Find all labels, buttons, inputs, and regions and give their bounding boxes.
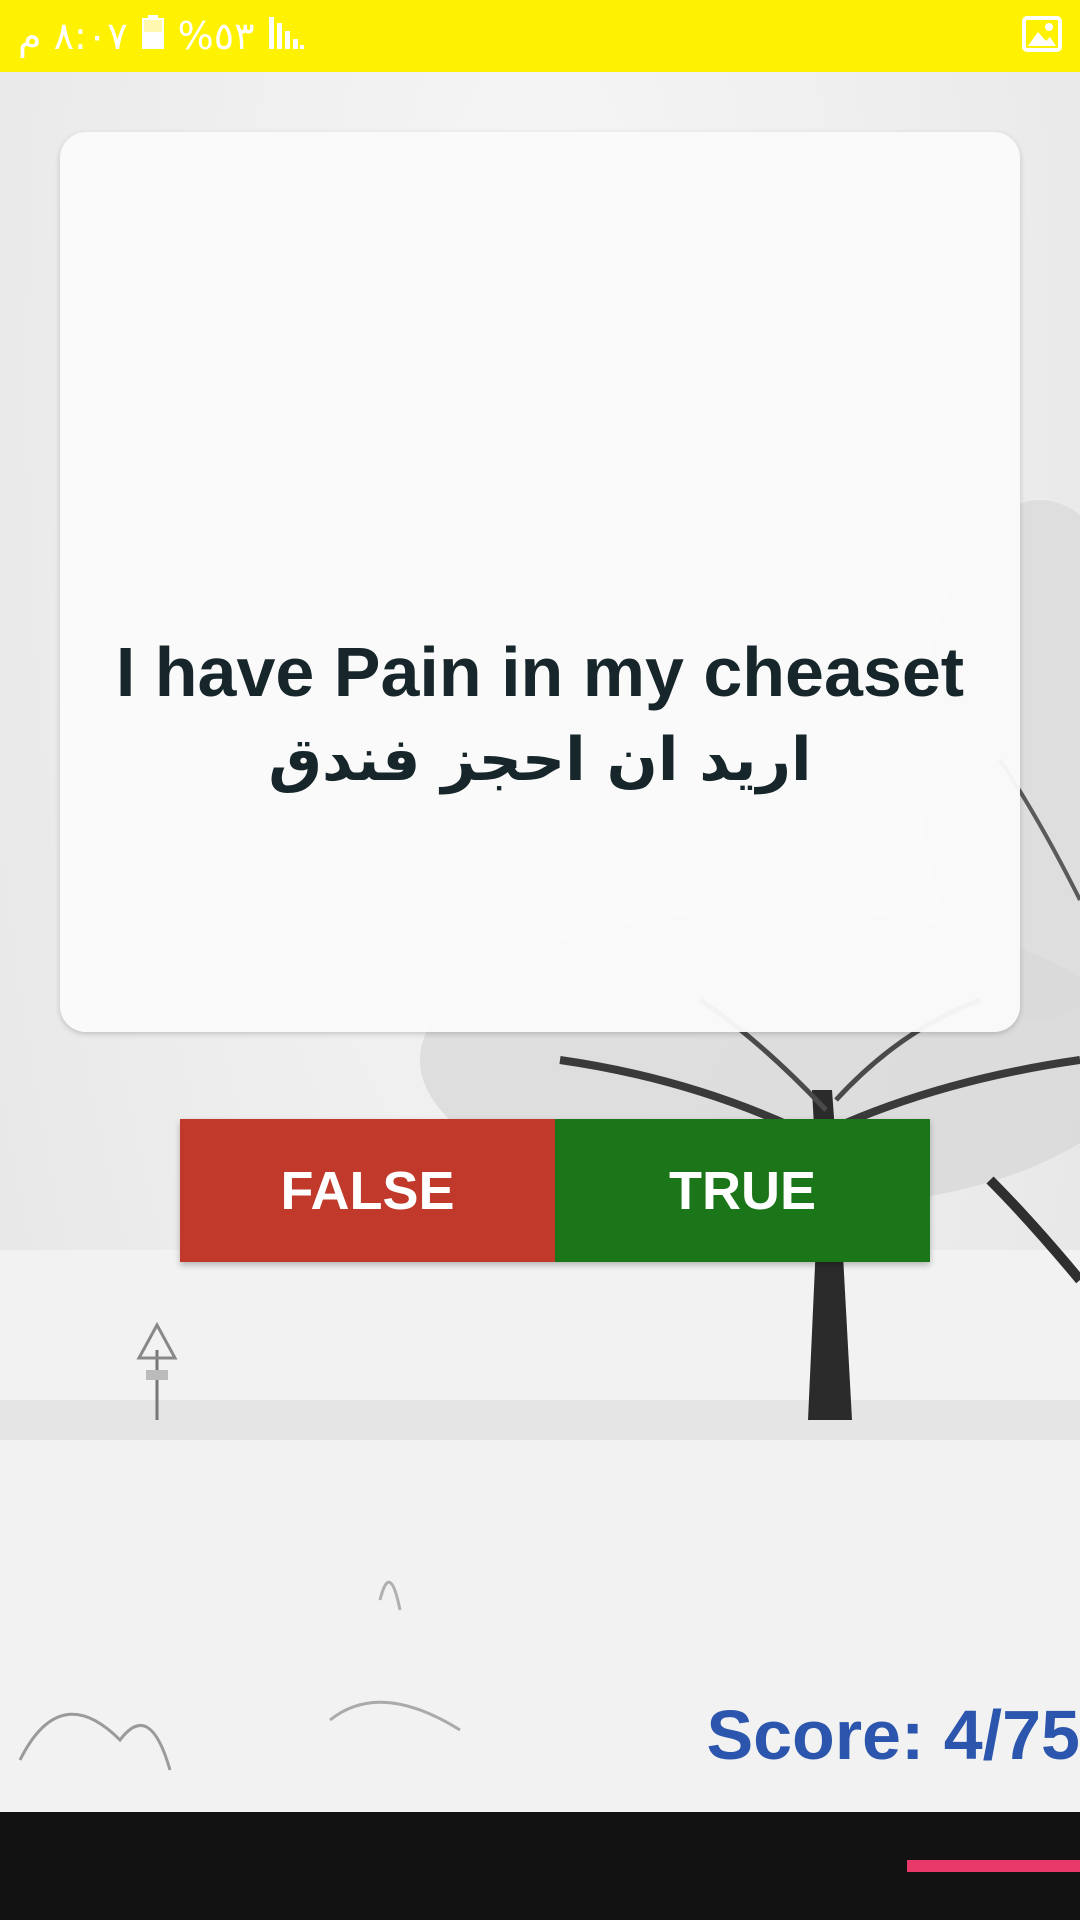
signal-icon	[268, 14, 305, 58]
question-english: I have Pain in my cheaset	[115, 633, 965, 711]
progress-indicator	[907, 1860, 1080, 1872]
true-button[interactable]: TRUE	[555, 1119, 930, 1262]
status-bar: ٨:٠٧ م %٥٣	[0, 0, 1080, 72]
question-card: I have Pain in my cheaset اريد ان احجز ف…	[60, 132, 1020, 1032]
battery-icon	[141, 14, 164, 58]
score-label: Score: 4/75	[706, 1696, 1080, 1774]
false-button[interactable]: FALSE	[180, 1119, 555, 1262]
question-arabic: اريد ان احجز فندق	[268, 725, 812, 795]
status-left-group: ٨:٠٧ م %٥٣	[18, 10, 305, 62]
status-time: ٨:٠٧ م	[18, 14, 128, 58]
bottom-bar	[0, 1812, 1080, 1920]
image-notification-icon	[1022, 14, 1062, 54]
app-screen: ٨:٠٧ م %٥٣ I have Pain in my cheaset اري…	[0, 0, 1080, 1920]
answer-buttons: FALSE TRUE	[180, 1119, 930, 1262]
battery-percent: %٥٣	[177, 14, 255, 58]
